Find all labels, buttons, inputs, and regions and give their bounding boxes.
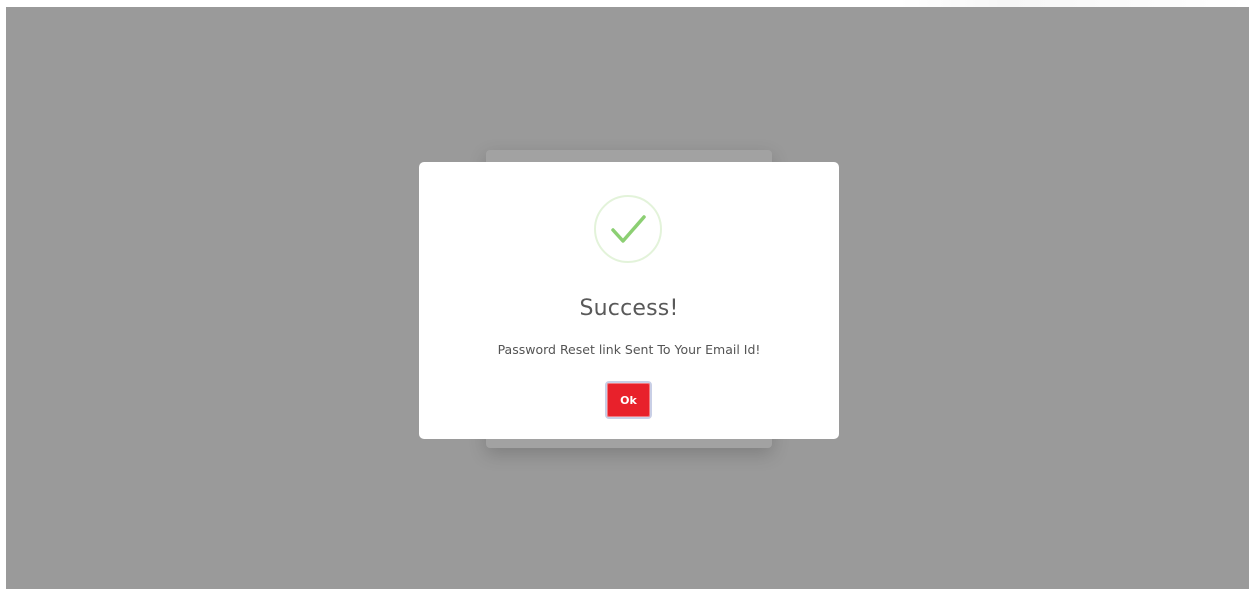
ok-button[interactable]: Ok: [605, 381, 652, 419]
dialog-message: Password Reset link Sent To Your Email I…: [497, 342, 761, 357]
top-right-sheen: [900, 0, 1249, 7]
check-circle-icon: [594, 195, 662, 263]
page: Success! Password Reset link Sent To You…: [0, 0, 1249, 589]
success-dialog: Success! Password Reset link Sent To You…: [419, 162, 839, 439]
dialog-title: Success!: [579, 296, 679, 321]
